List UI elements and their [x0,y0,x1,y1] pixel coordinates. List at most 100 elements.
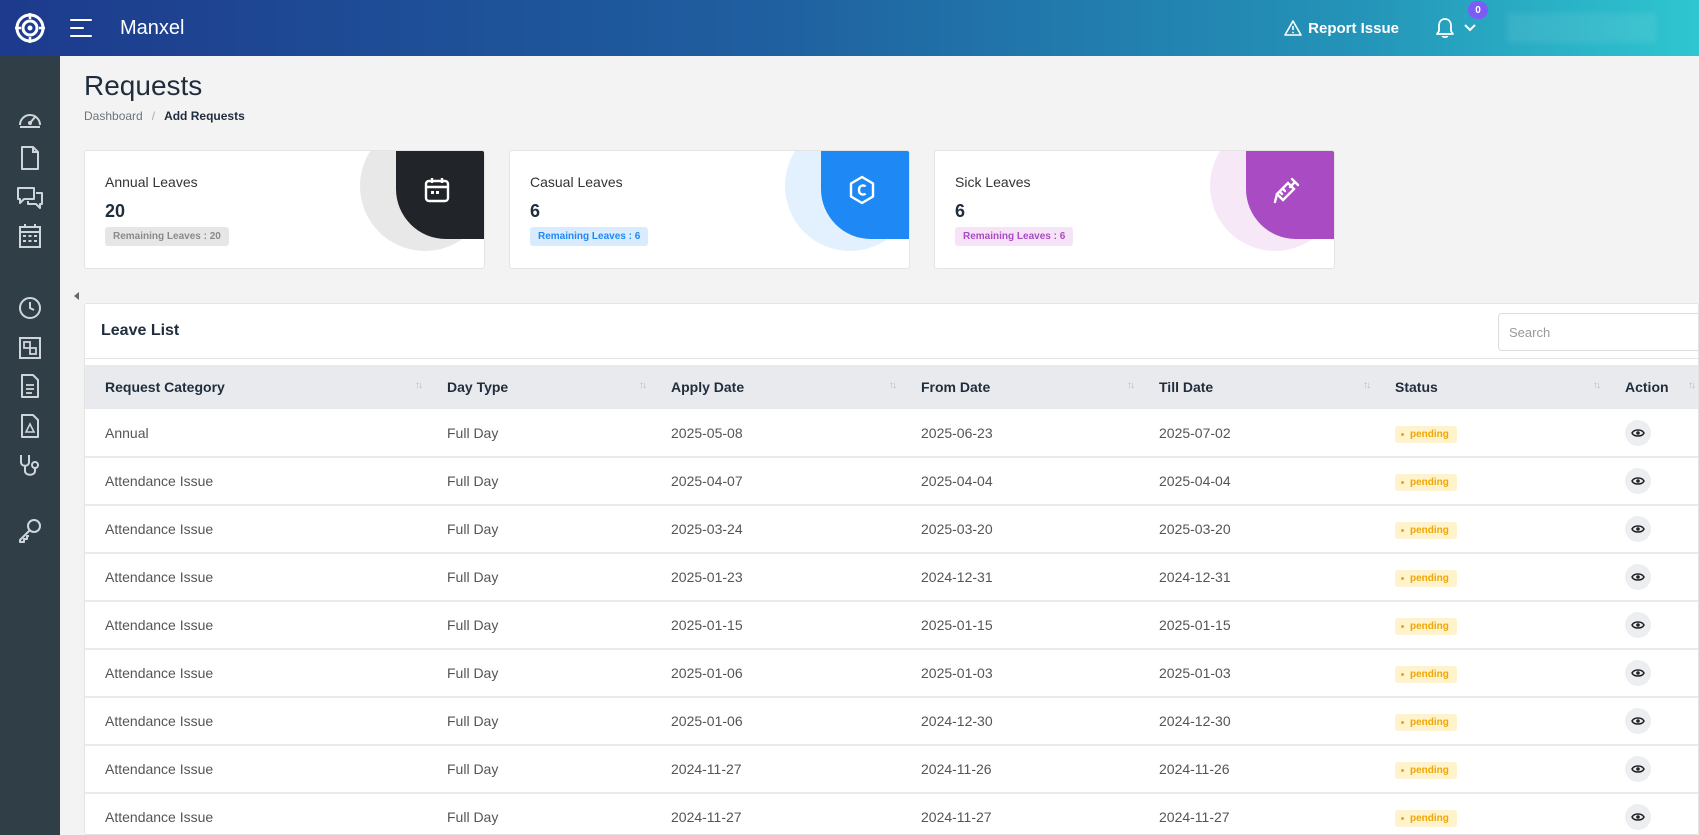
logo-target-icon [15,13,45,43]
status-badge: pending [1395,570,1457,587]
cell-request-category: Annual [85,409,427,458]
column-header-action[interactable]: Action ↑↓ [1605,365,1698,409]
status-badge: pending [1395,474,1457,491]
cell-status: pending [1375,793,1605,834]
cell-till-date: 2024-11-26 [1139,745,1375,794]
sidebar-item-messages[interactable] [14,182,46,214]
cell-status: pending [1375,553,1605,602]
status-label: pending [1410,621,1449,632]
app-logo[interactable] [0,0,60,56]
hexagon-c-icon [849,175,875,205]
cell-action [1605,505,1698,554]
column-header-status[interactable]: Status ↑↓ [1375,365,1605,409]
cell-status: pending [1375,457,1605,506]
cell-action [1605,745,1698,794]
cell-status: pending [1375,601,1605,650]
view-button[interactable] [1625,756,1651,782]
view-button[interactable] [1625,804,1651,830]
status-badge: pending [1395,762,1457,779]
cell-apply-date: 2025-01-15 [651,601,901,650]
calendar-icon [19,224,41,248]
cell-request-category: Attendance Issue [85,649,427,698]
view-button[interactable] [1625,516,1651,542]
search-input[interactable] [1498,313,1698,351]
sidebar-item-calendar[interactable] [14,220,46,252]
cell-from-date: 2024-12-30 [901,697,1139,746]
cell-day-type: Full Day [427,697,651,746]
cell-day-type: Full Day [427,793,651,834]
view-button[interactable] [1625,612,1651,638]
status-label: pending [1410,477,1449,488]
eye-icon [1631,813,1645,821]
report-issue-label: Report Issue [1308,19,1399,37]
status-dot [1401,817,1404,820]
column-header-till-date[interactable]: Till Date ↑↓ [1139,365,1375,409]
view-button[interactable] [1625,660,1651,686]
user-menu[interactable] [1507,13,1657,43]
table-row: Attendance Issue Full Day 2025-01-23 2024-1… [85,553,1698,602]
cell-apply-date: 2025-01-23 [651,553,901,602]
status-dot [1401,625,1404,628]
cell-day-type: Full Day [427,649,651,698]
column-header-apply-date[interactable]: Apply Date ↑↓ [651,365,901,409]
cell-from-date: 2024-11-27 [901,793,1139,834]
syringe-icon [1273,177,1300,204]
table-row: Attendance Issue Full Day 2025-01-06 2025-0… [85,649,1698,698]
hamburger-menu-icon[interactable] [70,19,92,37]
notification-button[interactable]: 0 [1435,1,1488,39]
status-badge: pending [1395,810,1457,827]
cell-day-type: Full Day [427,745,651,794]
status-dot [1401,673,1404,676]
view-button[interactable] [1625,468,1651,494]
cell-status: pending [1375,409,1605,458]
cell-request-category: Attendance Issue [85,601,427,650]
sidebar-item-attendance[interactable] [14,292,46,324]
view-button[interactable] [1625,708,1651,734]
column-header-request-category[interactable]: Request Category ↑↓ [85,365,427,409]
sort-icon[interactable]: ↑↓ [415,380,423,391]
cell-request-category: Attendance Issue [85,745,427,794]
cell-apply-date: 2024-11-27 [651,793,901,834]
report-issue-button[interactable]: Report Issue [1284,20,1399,37]
cell-action [1605,697,1698,746]
status-dot [1401,481,1404,484]
eye-icon [1631,621,1645,629]
sidebar-item-documents[interactable] [14,142,46,174]
sidebar-item-dashboard[interactable] [14,104,46,136]
status-label: pending [1410,428,1449,440]
view-button[interactable] [1625,419,1651,446]
sort-icon[interactable]: ↑↓ [1593,380,1601,391]
column-header-from-date[interactable]: From Date ↑↓ [901,365,1139,409]
sort-icon[interactable]: ↑↓ [1363,380,1371,391]
leave-list-title: Leave List [101,322,180,339]
column-header-day-type[interactable]: Day Type ↑↓ [427,365,651,409]
sort-icon[interactable]: ↑↓ [1688,380,1696,391]
breadcrumb-dashboard[interactable]: Dashboard [84,109,143,123]
cell-from-date: 2025-04-04 [901,457,1139,506]
table-header-row: Request Category ↑↓ Day Type ↑↓ Apply Date… [85,365,1698,409]
table-row: Attendance Issue Full Day 2025-01-06 2024-1… [85,697,1698,746]
cell-action [1605,601,1698,650]
status-label: pending [1410,525,1449,536]
table-row: Attendance Issue Full Day 2024-11-27 2024-1… [85,793,1698,834]
cell-request-category: Attendance Issue [85,457,427,506]
breadcrumb-current: Add Requests [164,109,245,123]
key-icon [19,519,41,543]
sidebar-item-security[interactable] [14,514,46,546]
speedometer-icon [19,114,41,128]
card-value: 6 [955,201,966,221]
sort-icon[interactable]: ↑↓ [639,380,647,391]
breadcrumb-separator: / [151,109,156,123]
sidebar-item-pdf[interactable] [14,410,46,442]
sort-icon[interactable]: ↑↓ [889,380,897,391]
sidebar-item-organization[interactable] [14,332,46,364]
leave-list-card: Leave List Request Category↑↓ Day Type↑↓… [84,303,1699,835]
view-button[interactable] [1625,564,1651,590]
sick-leaves-card: Sick Leaves 6 Remaining Leaves : 6 [934,150,1335,269]
eye-icon [1631,573,1645,581]
sidebar-item-reports[interactable] [14,370,46,402]
sidebar-collapse-icon[interactable] [74,292,79,300]
status-badge: pending [1395,425,1457,443]
sort-icon[interactable]: ↑↓ [1127,380,1135,391]
sidebar-item-medical[interactable] [14,450,46,482]
